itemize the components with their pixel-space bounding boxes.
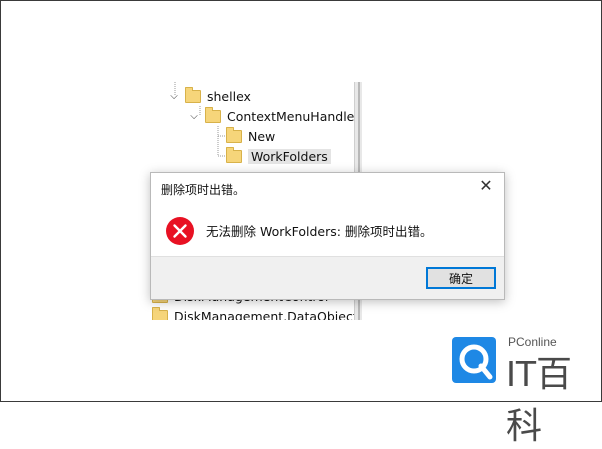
tree-node-label: shellex xyxy=(207,88,251,104)
tree-node-diskmanagement-dataobject[interactable]: DiskManagement.DataObject xyxy=(152,306,358,320)
tree-node-new[interactable]: New xyxy=(226,126,275,146)
tree-node-label: New xyxy=(248,128,276,144)
chevron-down-icon[interactable]: ⌵ xyxy=(188,111,200,122)
folder-icon xyxy=(205,106,221,123)
dialog-message: 无法删除 WorkFolders: 删除项时出错。 xyxy=(206,224,433,239)
pconline-logo-icon xyxy=(452,337,496,383)
dialog-title: 删除项时出错。 xyxy=(161,183,246,197)
tree-node-label: WorkFolders xyxy=(248,148,331,164)
dialog-footer: 确定 xyxy=(151,256,504,299)
tree-node-contextmenuhandlers[interactable]: ⌵ ContextMenuHandle xyxy=(188,106,354,126)
tree-node-shellex[interactable]: ⌵ shellex xyxy=(168,86,251,106)
ok-button[interactable]: 确定 xyxy=(426,267,496,289)
chevron-down-icon[interactable]: ⌵ xyxy=(168,91,180,102)
folder-icon xyxy=(152,306,168,320)
tree-node-workfolders[interactable]: WorkFolders xyxy=(226,146,331,166)
folder-icon xyxy=(185,86,201,103)
tree-node-label: DiskManagement.DataObject xyxy=(174,308,358,321)
error-icon xyxy=(166,217,194,245)
close-icon[interactable]: ✕ xyxy=(478,178,494,194)
watermark-logo: PConline IT百科 xyxy=(450,335,600,446)
watermark-brand-big: IT百科 xyxy=(506,353,572,446)
folder-icon xyxy=(226,146,242,163)
error-dialog: 删除项时出错。 ✕ 无法删除 WorkFolders: 删除项时出错。 确定 xyxy=(150,172,505,300)
folder-icon xyxy=(226,126,242,143)
tree-node-label: ContextMenuHandle xyxy=(227,108,355,124)
